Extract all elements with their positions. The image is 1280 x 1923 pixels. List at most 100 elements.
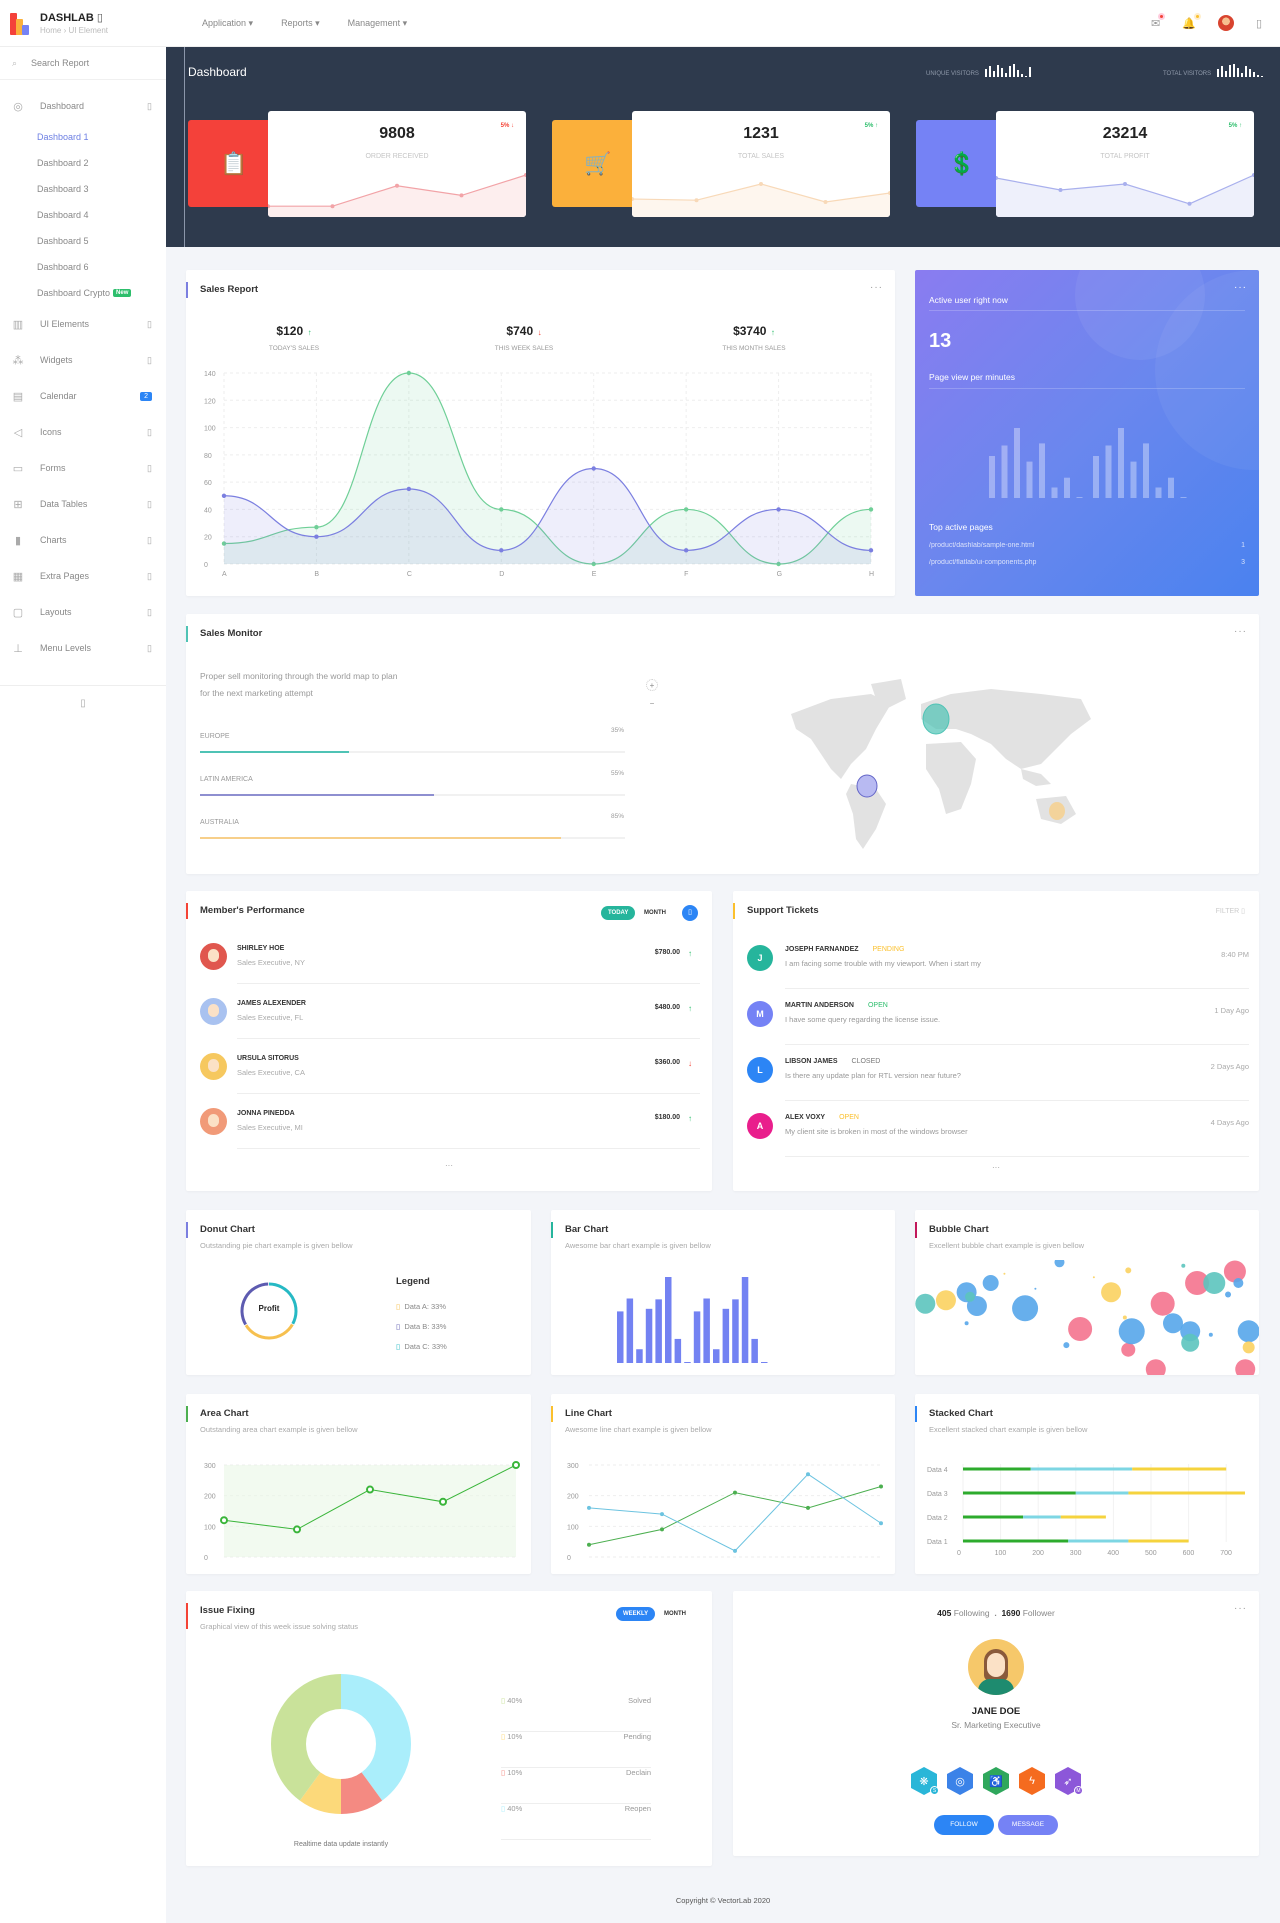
sparkline-bar <box>1024 76 1027 77</box>
achievement-badge[interactable]: ♿ <box>983 1767 1009 1795</box>
sidebar-sub-dashboard-crypto[interactable]: Dashboard Crypto New <box>0 280 166 306</box>
sidebar-item-icons[interactable]: ◁ Icons ▯ <box>0 414 166 450</box>
bubble <box>1054 1260 1065 1268</box>
tab-month[interactable]: MONTH <box>657 1607 693 1621</box>
sidebar-search[interactable]: ⌕ Search Report <box>0 47 166 80</box>
issue-label: Reopen <box>624 1804 651 1813</box>
bubble <box>1034 1287 1037 1290</box>
zoom-in-button[interactable]: + <box>646 679 658 691</box>
user-avatar[interactable] <box>1217 15 1234 31</box>
zoom-out-button[interactable]: − <box>646 699 658 711</box>
sidebar-sub-dashboard-6[interactable]: Dashboard 6 <box>0 254 166 280</box>
sidebar-sub-dashboard-3[interactable]: Dashboard 3 <box>0 176 166 202</box>
logo[interactable]: DASHLAB ▯ Home › UI Element <box>10 11 190 35</box>
sidebar-item-data-tables[interactable]: ⊞ Data Tables ▯ <box>0 486 166 522</box>
member-row[interactable]: SHIRLEY HOE Sales Executive, NY $780.00 … <box>200 943 700 998</box>
sidebar-item-forms[interactable]: ▭ Forms ▯ <box>0 450 166 486</box>
sparkline-bar <box>1233 64 1236 77</box>
top-page-row[interactable]: /product/flatlab/ui-components.php 3 <box>929 559 1245 566</box>
y-tick-label: 300 <box>204 1463 216 1470</box>
divider <box>785 1100 1249 1101</box>
sidebar-sub-dashboard-5[interactable]: Dashboard 5 <box>0 228 166 254</box>
chevron-icon: ▯ <box>147 354 152 365</box>
page-view-chart <box>989 428 1187 498</box>
count-badge: 2 <box>140 391 152 401</box>
achievement-badge[interactable]: ϟ <box>1019 1767 1045 1795</box>
legend-marker: ▯ <box>396 1342 401 1351</box>
sidebar-item-widgets[interactable]: ⁂ Widgets ▯ <box>0 342 166 378</box>
badge-mark: S <box>930 1786 939 1795</box>
ticket-message: I have some query regarding the license … <box>785 1015 941 1024</box>
sparkline-bar <box>1016 70 1019 77</box>
sidebar-collapse-button[interactable]: ▯ <box>0 685 166 709</box>
widgets-icon: ⁂ <box>12 354 24 367</box>
ticket-row[interactable]: A ALEX VOXY OPEN My client site is broken… <box>747 1113 1249 1169</box>
stacked-bar <box>963 1539 1069 1543</box>
menu-toggle-icon[interactable]: ▯ <box>97 12 103 24</box>
follow-button[interactable]: FOLLOW <box>934 1815 994 1835</box>
member-avatar <box>200 943 227 970</box>
nav-reports[interactable]: Reports ▾ <box>281 18 320 29</box>
sidebar-item-charts[interactable]: ▮ Charts ▯ <box>0 522 166 558</box>
ticket-status: OPEN <box>839 1114 859 1121</box>
sparkline-bar <box>1257 75 1260 77</box>
chat-icon[interactable]: ✉ <box>1151 12 1166 30</box>
ticket-row[interactable]: J JOSEPH FARNANDEZ PENDING I am facing so… <box>747 945 1249 1001</box>
data-point <box>879 1521 883 1526</box>
stat-sparkline <box>996 173 1254 217</box>
ticket-row[interactable]: M MARTIN ANDERSON OPEN I have some query … <box>747 1001 1249 1057</box>
tab-month[interactable]: MONTH <box>637 906 673 920</box>
issue-pct: 10% <box>507 1768 523 1777</box>
bubble <box>1012 1295 1039 1322</box>
y-tick-label: 300 <box>567 1463 579 1470</box>
member-avatar <box>200 1053 227 1080</box>
sidebar-item-calendar[interactable]: ▤ Calendar 2 <box>0 378 166 414</box>
top-page-row[interactable]: /product/dashlab/sample-one.html 1 <box>929 542 1245 549</box>
ticket-row[interactable]: L LIBSON JAMES CLOSED Is there any update… <box>747 1057 1249 1113</box>
stacked-bar <box>963 1515 1024 1519</box>
sparkline-point <box>1058 188 1063 192</box>
data-point <box>879 1484 883 1489</box>
more-button[interactable]: ··· <box>186 1161 712 1170</box>
member-row[interactable]: JAMES ALEXENDER Sales Executive, FL $480… <box>200 998 700 1053</box>
achievement-badge[interactable]: ➶ M <box>1055 1767 1083 1795</box>
data-point <box>683 548 689 553</box>
tab-today[interactable]: TODAY <box>601 906 636 920</box>
card-title: Member's Performance <box>200 905 305 916</box>
tab-weekly[interactable]: WEEKLY <box>616 1607 656 1621</box>
data-point <box>587 1542 591 1547</box>
sidebar-item-dashboard[interactable]: ◎ Dashboard ▯ <box>0 88 166 124</box>
filter-button[interactable]: FILTER ▯ <box>1216 907 1245 915</box>
sidebar-sub-dashboard-4[interactable]: Dashboard 4 <box>0 202 166 228</box>
achievement-badge[interactable]: ◎ <box>947 1767 973 1795</box>
legend-item: ▯ Data A: 33% <box>396 1302 447 1311</box>
nav-application[interactable]: Application ▾ <box>202 18 253 29</box>
sparkline-bar <box>1028 67 1031 77</box>
nav-management[interactable]: Management ▾ <box>348 18 408 29</box>
sidebar-item-layouts[interactable]: ▢ Layouts ▯ <box>0 594 166 630</box>
breadcrumb: Home › UI Element <box>40 26 109 35</box>
achievement-badge[interactable]: ❋ S <box>911 1767 939 1795</box>
sidebar-item-extra-pages[interactable]: ▦ Extra Pages ▯ <box>0 558 166 594</box>
more-menu-icon[interactable]: ··· <box>1234 626 1247 637</box>
ticket-status: CLOSED <box>851 1058 881 1065</box>
page-path[interactable]: /product/dashlab/sample-one.html <box>929 542 1034 549</box>
message-button[interactable]: MESSAGE <box>998 1815 1058 1835</box>
more-icon[interactable]: ▯ <box>1256 17 1262 30</box>
data-point <box>868 507 874 512</box>
sidebar-sub-dashboard-2[interactable]: Dashboard 2 <box>0 150 166 176</box>
member-row[interactable]: JONNA PINEDDA Sales Executive, MI $180.0… <box>200 1108 700 1163</box>
stat-value: 23214 <box>1102 125 1148 142</box>
settings-button[interactable]: ▯ <box>682 905 698 921</box>
more-menu-icon[interactable]: ··· <box>1234 282 1247 293</box>
more-button[interactable]: ··· <box>733 1163 1259 1172</box>
accessibility-icon: ♿ <box>983 1767 1009 1795</box>
sidebar-item-ui-elements[interactable]: ▥ UI Elements ▯ <box>0 306 166 342</box>
page-path[interactable]: /product/flatlab/ui-components.php <box>929 559 1036 566</box>
member-row[interactable]: URSULA SITORUS Sales Executive, CA $360.… <box>200 1053 700 1108</box>
sidebar-sub-dashboard-1[interactable]: Dashboard 1 <box>0 124 166 150</box>
sidebar-item-menu-levels[interactable]: ⊥ Menu Levels ▯ <box>0 630 166 666</box>
sparkline-bar <box>1217 69 1220 77</box>
bell-icon[interactable]: 🔔 <box>1182 12 1201 30</box>
data-tables-icon: ⊞ <box>13 498 23 511</box>
